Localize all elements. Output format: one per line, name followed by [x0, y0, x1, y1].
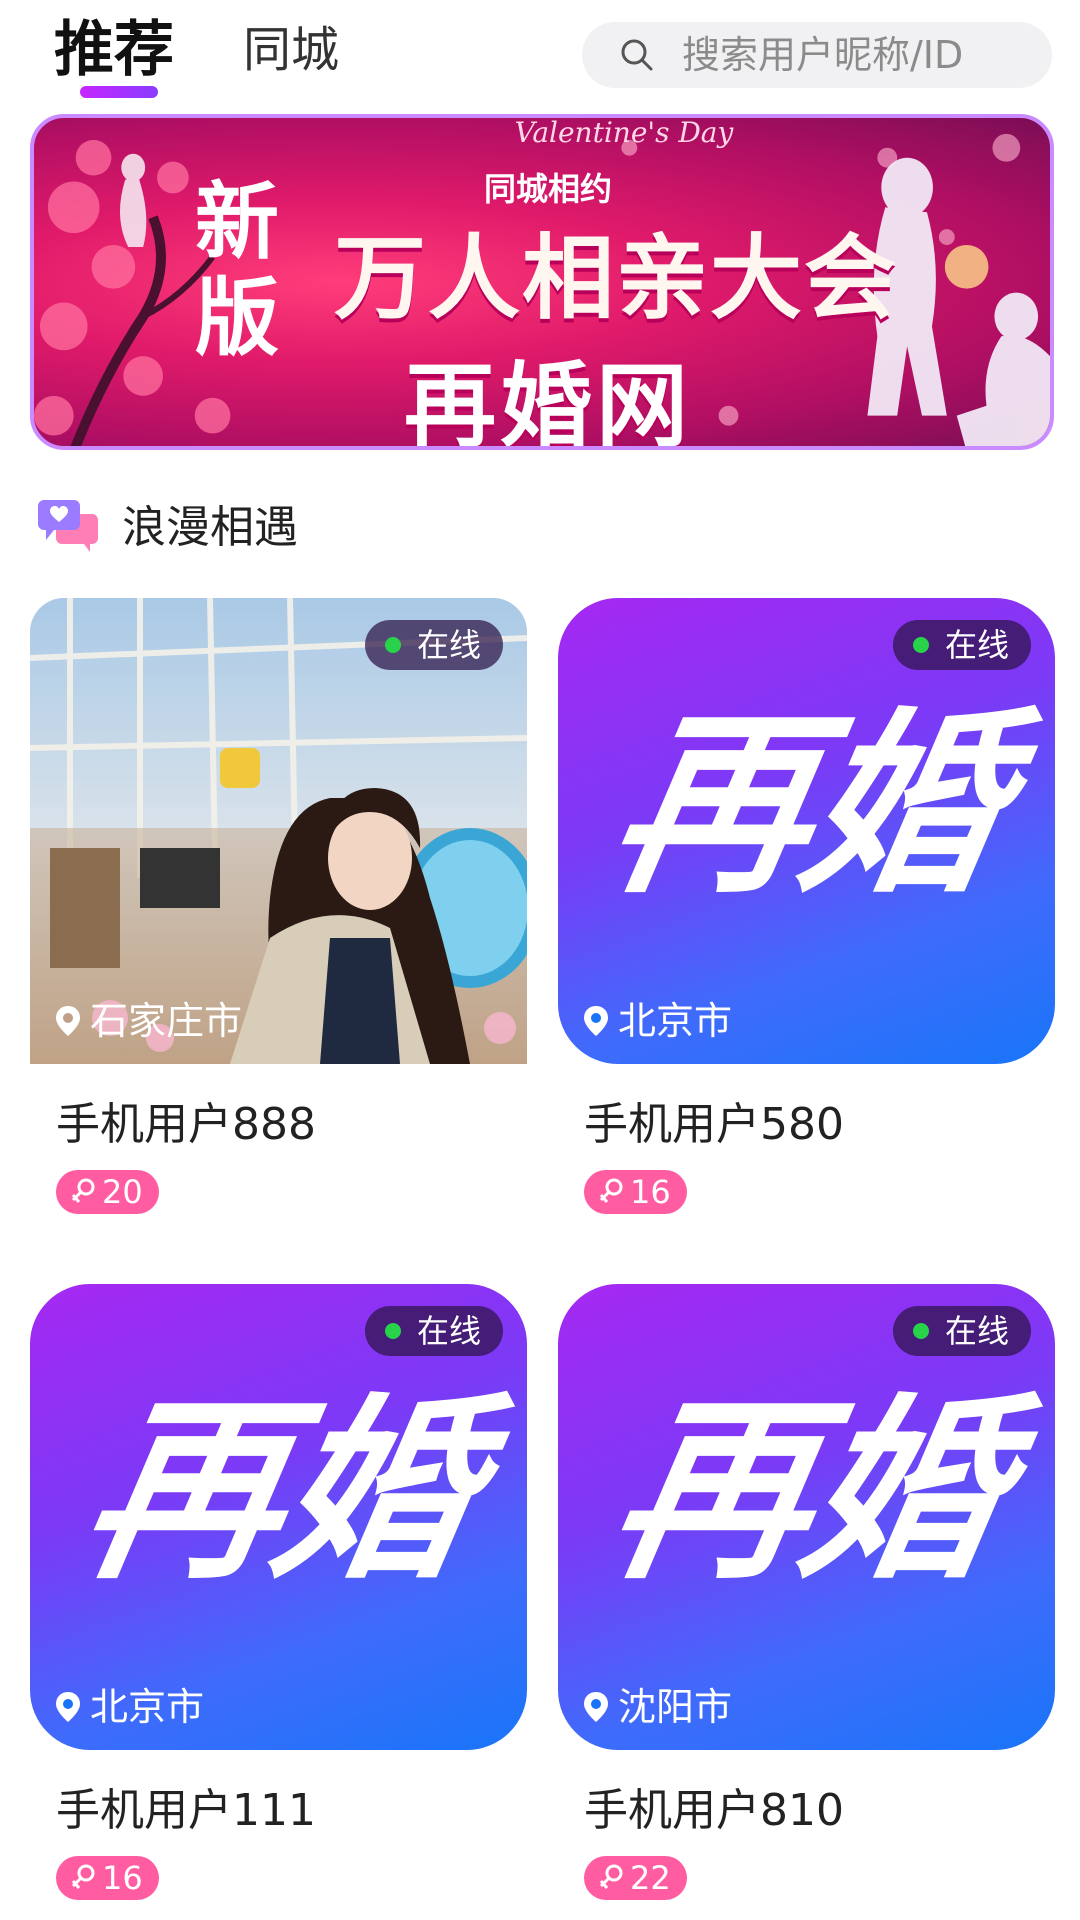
top-bar: 推荐 同城 — [0, 0, 1080, 110]
location-text: 北京市 — [90, 1685, 205, 1729]
user-location: 石家庄市 — [56, 996, 242, 1046]
age-badge: 22 — [584, 1856, 687, 1900]
online-status-text: 在线 — [944, 1312, 1009, 1350]
app-logo-text: 再婚 — [68, 1378, 489, 1606]
age-value: 20 — [102, 1173, 143, 1211]
online-dot-icon — [384, 1323, 401, 1339]
user-name: 手机用户111 — [56, 1785, 316, 1836]
user-card[interactable]: 再婚 在线 北京市 手机用户580 16 — [558, 598, 1055, 1214]
age-value: 16 — [630, 1173, 671, 1211]
user-card[interactable]: 再婚 在线 沈阳市 手机用户810 22 — [558, 1284, 1055, 1900]
age-value: 22 — [630, 1859, 671, 1897]
age-badge: 20 — [56, 1170, 159, 1214]
user-avatar[interactable]: 在线 石家庄市 — [30, 598, 527, 1064]
user-avatar[interactable]: 再婚 在线 北京市 — [30, 1284, 527, 1750]
age-value: 16 — [102, 1859, 143, 1897]
female-icon — [71, 1864, 95, 1889]
banner-new-label: 新版 — [194, 173, 279, 367]
location-pin-icon — [584, 1692, 608, 1722]
banner-title: 万人相亲大会 — [334, 225, 899, 332]
user-name: 手机用户810 — [584, 1785, 844, 1836]
female-icon — [599, 1864, 623, 1889]
app-logo-text: 再婚 — [596, 692, 1017, 920]
user-avatar[interactable]: 再婚 在线 北京市 — [558, 598, 1055, 1064]
app-logo-text: 再婚 — [596, 1378, 1017, 1606]
online-status-badge: 在线 — [892, 1306, 1031, 1356]
online-status-text: 在线 — [416, 626, 481, 664]
location-text: 北京市 — [618, 999, 733, 1043]
online-status-badge: 在线 — [364, 1306, 503, 1356]
banner-brand: 再婚网 — [404, 353, 693, 450]
user-avatar[interactable]: 再婚 在线 沈阳市 — [558, 1284, 1055, 1750]
location-text: 沈阳市 — [618, 1685, 733, 1729]
location-text: 石家庄市 — [90, 999, 243, 1043]
female-icon — [599, 1178, 623, 1203]
search-icon — [621, 39, 653, 71]
location-pin-icon — [56, 1006, 80, 1036]
tab-recommend[interactable]: 推荐 — [54, 14, 174, 86]
female-icon — [71, 1178, 95, 1203]
search-box[interactable] — [582, 22, 1052, 88]
location-pin-icon — [584, 1006, 608, 1036]
banner-valentine-text: Valentine's Day — [514, 116, 734, 149]
online-status-badge: 在线 — [892, 620, 1031, 670]
promo-banner[interactable]: Valentine's Day 同城相约 新版 万人相亲大会 再婚网 — [30, 114, 1054, 450]
online-dot-icon — [912, 1323, 929, 1339]
search-input[interactable] — [682, 22, 1042, 88]
section-title: 浪漫相遇 — [122, 502, 298, 553]
online-status-badge: 在线 — [364, 620, 503, 670]
user-name: 手机用户888 — [56, 1099, 316, 1150]
location-pin-icon — [56, 1692, 80, 1722]
user-location: 沈阳市 — [584, 1682, 732, 1732]
tab-same-city[interactable]: 同城 — [243, 14, 339, 86]
online-dot-icon — [384, 637, 401, 653]
age-badge: 16 — [584, 1170, 687, 1214]
online-dot-icon — [912, 637, 929, 653]
user-location: 北京市 — [584, 996, 732, 1046]
online-status-text: 在线 — [944, 626, 1009, 664]
user-location: 北京市 — [56, 1682, 204, 1732]
age-badge: 16 — [56, 1856, 159, 1900]
active-tab-indicator — [80, 86, 158, 98]
user-card[interactable]: 在线 石家庄市 手机用户888 20 — [30, 598, 527, 1214]
user-card[interactable]: 再婚 在线 北京市 手机用户111 16 — [30, 1284, 527, 1900]
user-name: 手机用户580 — [584, 1099, 844, 1150]
online-status-text: 在线 — [416, 1312, 481, 1350]
chat-bubbles-icon — [38, 500, 98, 552]
